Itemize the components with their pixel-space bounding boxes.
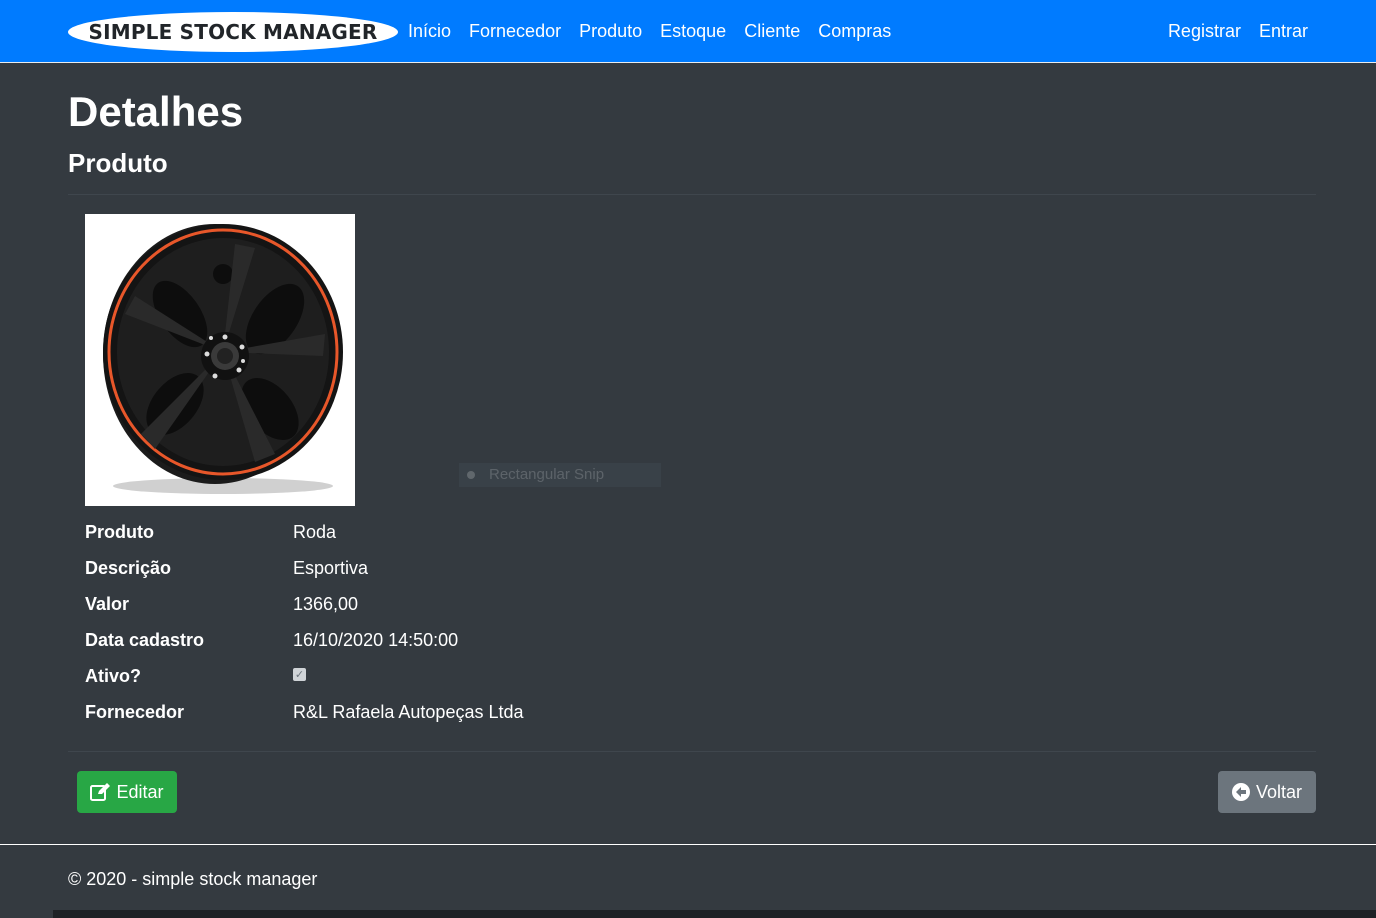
nav-link-cliente[interactable]: Cliente (744, 19, 800, 43)
detail-label-descricao: Descrição (85, 558, 172, 578)
edit-button-label: Editar (116, 781, 164, 802)
main-nav: Início Fornecedor Produto Estoque Client… (408, 19, 891, 43)
actions-divider (68, 751, 1316, 752)
back-button[interactable]: Voltar (1218, 771, 1316, 813)
footer-text: © 2020 - simple stock manager (68, 869, 318, 889)
page-title: Detalhes (68, 88, 244, 135)
nav-link-inicio[interactable]: Início (408, 19, 451, 43)
detail-label-data-cadastro: Data cadastro (85, 630, 205, 650)
arrow-left-circle-icon (1231, 783, 1250, 801)
detail-label-fornecedor: Fornecedor (85, 702, 185, 722)
detail-value-produto: Roda (293, 522, 337, 542)
wheel-image (103, 224, 343, 494)
nav-link-registrar[interactable]: Registrar (1168, 19, 1241, 43)
detail-value-data-cadastro: 16/10/2020 14:50:00 (293, 630, 459, 650)
footer-divider (0, 844, 1376, 845)
detail-value-fornecedor: R&L Rafaela Autopeças Ltda (293, 702, 524, 722)
product-image (85, 214, 355, 506)
snip-dot-icon (467, 471, 475, 479)
edit-icon (90, 783, 111, 801)
back-button-label: Voltar (1255, 781, 1303, 802)
page-subtitle: Produto (68, 148, 168, 178)
snip-tool-overlay: Rectangular Snip (459, 463, 661, 487)
nav-link-estoque[interactable]: Estoque (660, 19, 726, 43)
header-divider (68, 194, 1316, 195)
brand-logo[interactable]: SIMPLE STOCK MANAGER (68, 12, 398, 52)
nav-link-compras[interactable]: Compras (818, 19, 891, 43)
ativo-checkbox: ✓ (293, 668, 306, 681)
nav-link-produto[interactable]: Produto (579, 19, 642, 43)
detail-value-valor: 1366,00 (293, 594, 359, 614)
bottom-strip (53, 910, 1376, 918)
nav-link-entrar[interactable]: Entrar (1259, 19, 1308, 43)
detail-label-ativo: Ativo? (85, 666, 141, 686)
nav-link-fornecedor[interactable]: Fornecedor (469, 19, 561, 43)
detail-label-valor: Valor (85, 594, 130, 614)
detail-value-descricao: Esportiva (293, 558, 369, 578)
navbar: SIMPLE STOCK MANAGER Início Fornecedor P… (0, 0, 1376, 63)
edit-button[interactable]: Editar (77, 771, 177, 813)
snip-label: Rectangular Snip (489, 466, 605, 483)
detail-label-produto: Produto (85, 522, 154, 542)
auth-nav: Registrar Entrar (1168, 19, 1308, 43)
